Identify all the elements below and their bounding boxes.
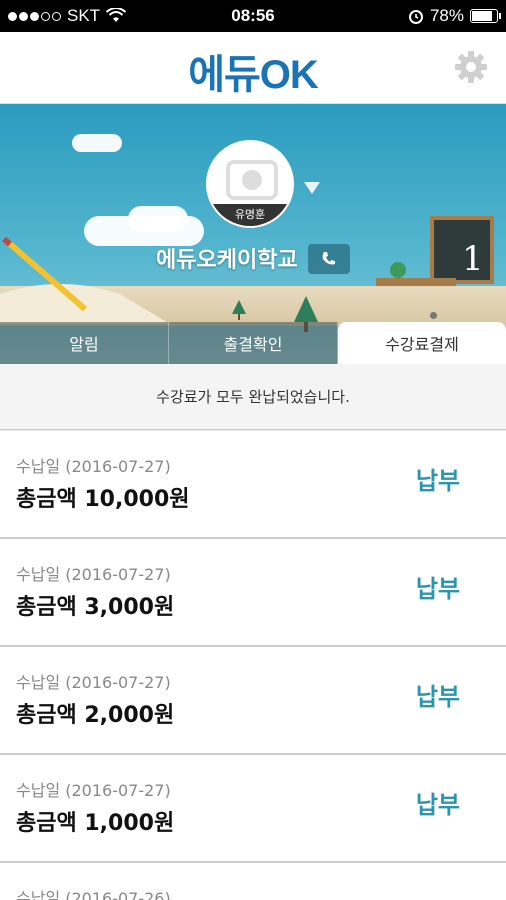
- alarm-icon: [408, 10, 423, 24]
- payment-date: 수납일 (2016-07-27): [16, 565, 171, 584]
- app-header: 에듀OK: [0, 32, 506, 104]
- call-button[interactable]: [308, 244, 350, 274]
- payment-date: 수납일 (2016-07-27): [16, 781, 171, 800]
- payment-status: 납부: [415, 467, 460, 495]
- payment-date: 수납일 (2016-07-26): [16, 889, 171, 900]
- payment-list: 수납일 (2016-07-27) 총금액 10,000원 납부 수납일 (201…: [0, 431, 506, 900]
- tab-notifications[interactable]: 알림: [0, 322, 169, 364]
- list-item[interactable]: 수납일 (2016-07-26): [0, 863, 506, 900]
- list-item[interactable]: 수납일 (2016-07-27) 총금액 2,000원 납부: [0, 647, 506, 755]
- payment-amount: 총금액 10,000원: [16, 487, 190, 512]
- payment-date: 수납일 (2016-07-27): [16, 457, 171, 476]
- chalkboard-illustration: 1: [376, 216, 494, 286]
- payment-amount: 총금액 2,000원: [16, 703, 175, 728]
- payment-status: 납부: [415, 575, 460, 603]
- list-item[interactable]: 수납일 (2016-07-27) 총금액 1,000원 납부: [0, 755, 506, 863]
- active-tab-indicator: [430, 312, 437, 319]
- list-item[interactable]: 수납일 (2016-07-27) 총금액 3,000원 납부: [0, 539, 506, 647]
- phone-icon: [322, 252, 335, 265]
- tab-attendance[interactable]: 출결확인: [169, 322, 338, 364]
- school-name: 에듀오케이학교: [156, 248, 298, 273]
- book-pencil-illustration: [0, 236, 170, 324]
- tree-decoration: [232, 300, 246, 320]
- status-right: 78%: [408, 6, 501, 26]
- camera-icon: [226, 160, 278, 200]
- chevron-down-icon[interactable]: [304, 182, 320, 194]
- payment-date: 수납일 (2016-07-27): [16, 673, 171, 692]
- app-root: SKT 08:56 78% 에듀OK 1 유명훈 에듀오케이학교 알림 출결확인…: [0, 0, 506, 900]
- battery-percent: 78%: [429, 6, 464, 25]
- app-logo: 에듀OK: [188, 53, 319, 97]
- payment-notice: 수강료가 모두 완납되었습니다.: [0, 364, 506, 430]
- cloud-decoration: [72, 134, 122, 152]
- payment-status: 납부: [415, 791, 460, 819]
- payment-status: 납부: [415, 683, 460, 711]
- battery-icon: [470, 9, 501, 23]
- cloud-decoration: [128, 206, 188, 232]
- svg-text:1: 1: [462, 239, 484, 279]
- tab-bar: 알림 출결확인 수강료결제: [0, 322, 506, 364]
- user-name: 유명훈: [208, 204, 292, 226]
- tab-tuition-payment[interactable]: 수강료결제: [338, 322, 506, 364]
- gear-icon[interactable]: [454, 50, 488, 84]
- status-bar: SKT 08:56 78%: [0, 0, 506, 32]
- list-item[interactable]: 수납일 (2016-07-27) 총금액 10,000원 납부: [0, 431, 506, 539]
- avatar[interactable]: 유명훈: [206, 140, 294, 228]
- payment-amount: 총금액 3,000원: [16, 595, 175, 620]
- payment-amount: 총금액 1,000원: [16, 811, 175, 836]
